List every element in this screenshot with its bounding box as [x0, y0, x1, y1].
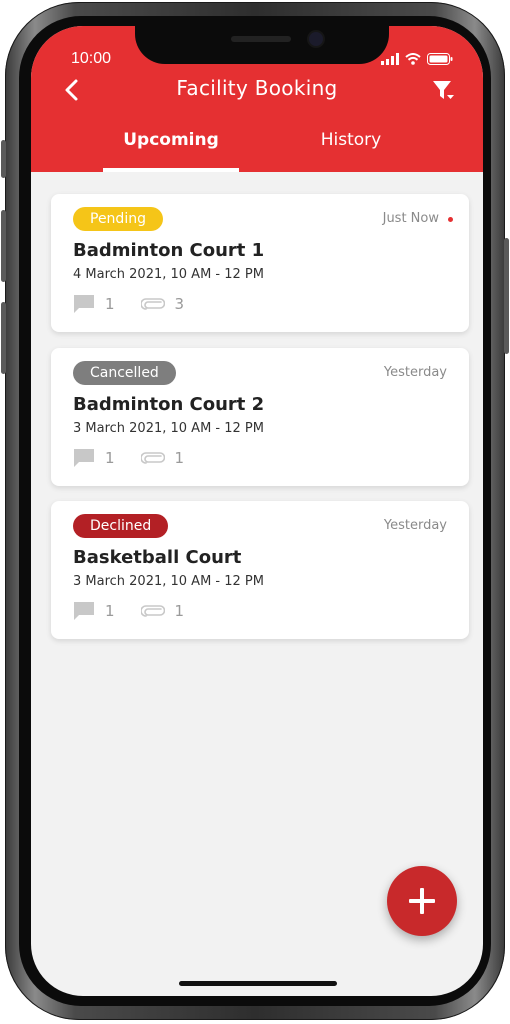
paperclip-icon [140, 605, 165, 617]
tab-upcoming[interactable]: Upcoming [103, 130, 239, 150]
app-header: 10:00 Facility Booking Upcoming History [31, 26, 483, 172]
status-icons [381, 53, 453, 65]
booking-meta: 1 1 [73, 601, 210, 621]
tab-active-indicator [103, 168, 239, 172]
booking-title: Badminton Court 1 [73, 240, 265, 261]
comment-icon [74, 602, 94, 620]
booking-date: 3 March 2021, 10 AM - 12 PM [73, 574, 264, 589]
volume-down-button [1, 302, 6, 374]
unread-dot [448, 217, 453, 222]
booking-date: 4 March 2021, 10 AM - 12 PM [73, 267, 264, 282]
volume-up-button [1, 210, 6, 282]
attachment-count: 1 [174, 449, 185, 467]
comment-count: 1 [105, 449, 115, 467]
booking-meta: 1 1 [73, 448, 210, 468]
plus-icon [409, 888, 435, 914]
screen: 10:00 Facility Booking Upcoming History … [31, 26, 483, 996]
status-badge: Pending [73, 207, 163, 231]
comment-icon [74, 449, 94, 467]
status-badge: Declined [73, 514, 169, 538]
paperclip-icon [140, 298, 165, 310]
page-title: Facility Booking [176, 76, 338, 100]
booking-time: Yesterday [383, 518, 447, 533]
comment-count: 1 [105, 295, 115, 313]
booking-time: Yesterday [383, 365, 447, 380]
booking-date: 3 March 2021, 10 AM - 12 PM [73, 421, 264, 436]
phone-notch [135, 26, 389, 64]
phone-frame: 10:00 Facility Booking Upcoming History … [1, 2, 509, 1020]
filter-icon [433, 81, 454, 99]
battery-icon [427, 53, 453, 65]
add-booking-button[interactable] [387, 866, 457, 936]
booking-title: Basketball Court [73, 547, 242, 568]
power-button [504, 238, 509, 354]
tab-history[interactable]: History [283, 130, 419, 150]
status-badge: Cancelled [73, 361, 176, 385]
home-indicator[interactable] [179, 981, 337, 986]
attachment-count: 1 [174, 602, 185, 620]
paperclip-icon [140, 452, 165, 464]
booking-meta: 1 3 [73, 294, 210, 314]
booking-card[interactable]: Cancelled Yesterday Badminton Court 2 3 … [51, 348, 469, 486]
booking-title: Badminton Court 2 [73, 394, 265, 415]
booking-time: Just Now [382, 211, 439, 226]
speaker-grille [231, 36, 291, 42]
wifi-icon [405, 53, 421, 65]
booking-card[interactable]: Declined Yesterday Basketball Court 3 Ma… [51, 501, 469, 639]
comment-count: 1 [105, 602, 115, 620]
signal-icon [381, 53, 399, 65]
mute-switch [1, 140, 6, 178]
attachment-count: 3 [174, 295, 185, 313]
front-camera [309, 32, 323, 46]
filter-button[interactable] [431, 78, 457, 104]
booking-card[interactable]: Pending Just Now Badminton Court 1 4 Mar… [51, 194, 469, 332]
status-time: 10:00 [71, 50, 112, 67]
comment-icon [74, 295, 94, 313]
